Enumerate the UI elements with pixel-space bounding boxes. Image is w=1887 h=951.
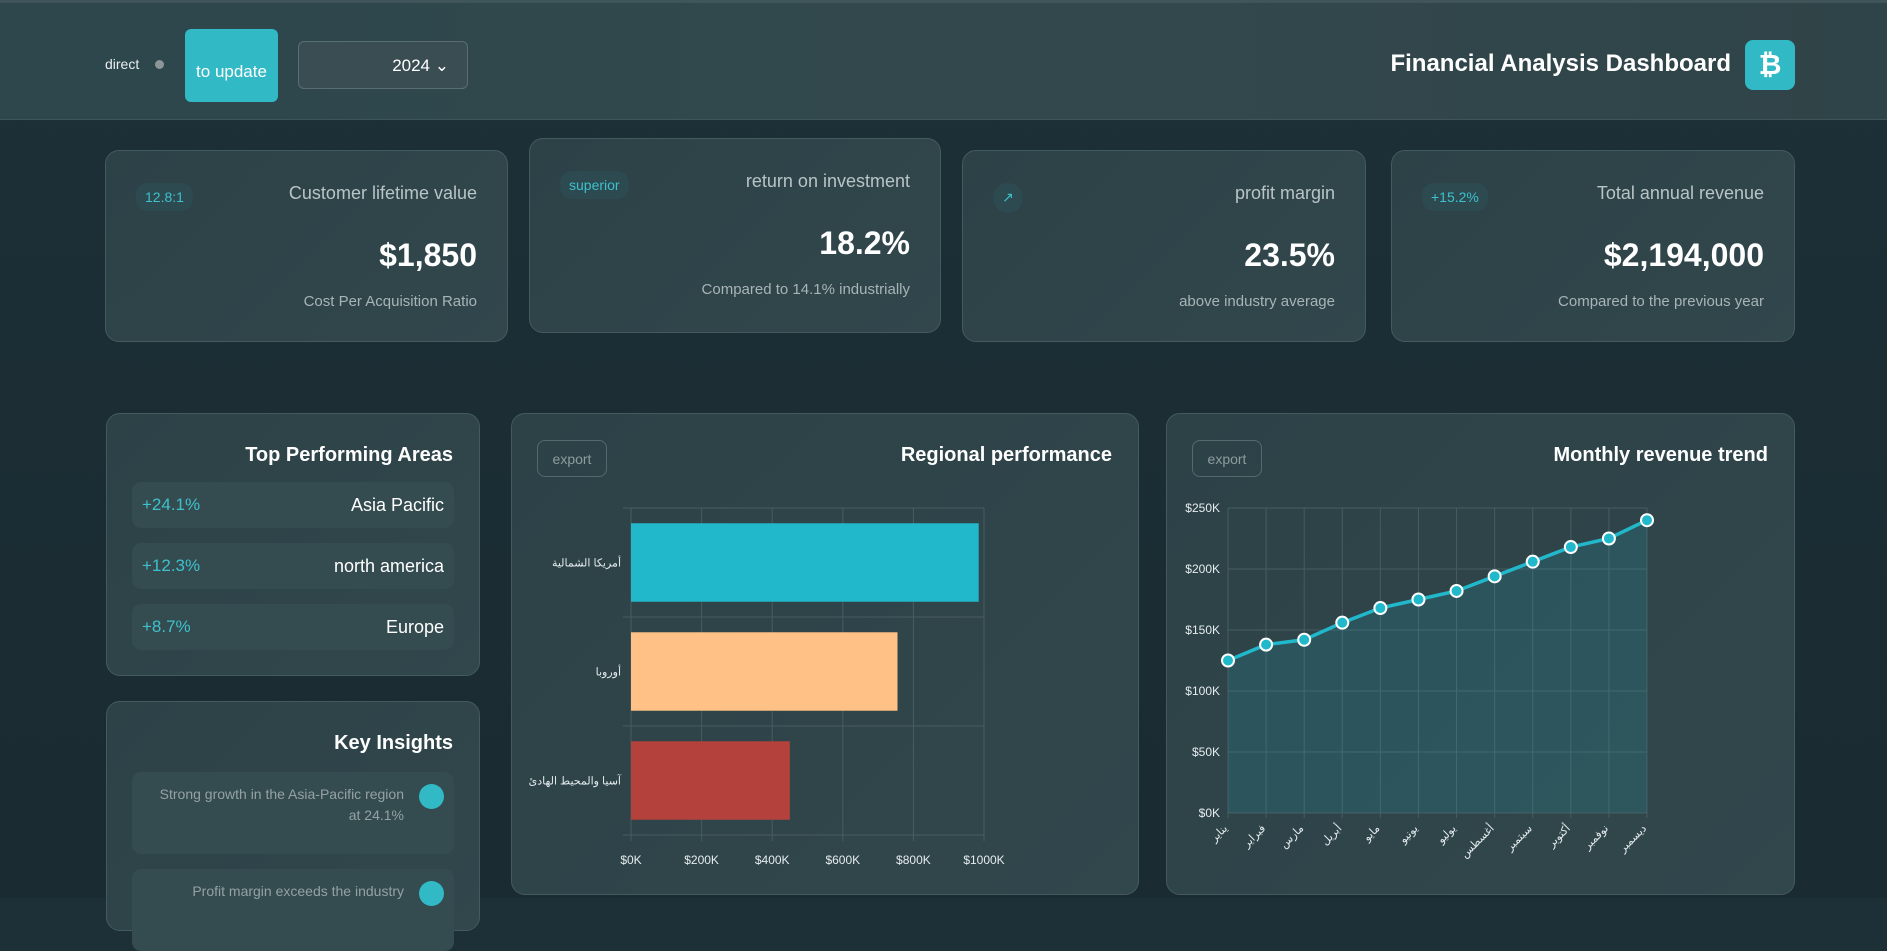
y-category-label: آسيا والمحيط الهادئ (529, 775, 622, 788)
area-row: +12.3% north america (132, 543, 454, 589)
kpi-badge: 12.8:1 (136, 183, 193, 211)
panel-title: Top Performing Areas (245, 444, 453, 466)
x-tick-label: نوفمبر (1581, 823, 1611, 853)
data-point (1335, 615, 1350, 630)
area-name: north america (333, 556, 444, 576)
data-point (1525, 554, 1540, 569)
insight-text: Profit margin exceeds the industry (192, 883, 404, 899)
insight-dot-icon (419, 881, 444, 906)
live-status-label: direct (105, 56, 140, 72)
area-name: Europe (385, 617, 444, 637)
bitcoin-logo-icon: ₿ (1745, 40, 1795, 90)
x-tick-label: أغسطس (1457, 821, 1496, 860)
kpi-subtext: Compared to the previous year (1558, 293, 1764, 310)
area-row: +8.7% Europe (132, 604, 454, 650)
bar-chart: $0K $200K $400K $600K $800K $1000K أمريكا الشم… (529, 507, 1005, 867)
data-point (1259, 637, 1274, 652)
x-tick-label: مايو (1361, 823, 1383, 845)
update-button[interactable]: to update (185, 29, 278, 102)
kpi-value: $2,194,000 (1603, 237, 1764, 273)
kpi-label: Customer lifetime value (288, 183, 477, 203)
data-point (1640, 513, 1654, 528)
insight-item: Profit margin exceeds the industry (132, 869, 454, 951)
bar (631, 523, 979, 602)
x-tick-label: يونيو (1397, 823, 1421, 847)
kpi-subtext: above industry average (1179, 293, 1335, 310)
data-point (1449, 583, 1464, 598)
kpi-subtext: Compared to 14.1% industrially (701, 281, 910, 298)
kpi-label: Total annual revenue (1596, 183, 1764, 203)
area-growth: +12.3% (142, 556, 201, 575)
x-tick-label: $800K (896, 853, 931, 867)
kpi-value: $1,850 (379, 237, 477, 273)
year-select[interactable]: 2024 ⌄ (298, 41, 468, 89)
line-chart: $0K $50K $100K $150K $200K $250K يناير فبراير ما… (1185, 501, 1654, 861)
insight-text: Strong growth in the Asia-Pacific region… (159, 786, 404, 823)
status-dot-icon (155, 60, 164, 69)
kpi-badge: superior (560, 171, 629, 199)
kpi-card-clv: 12.8:1 Customer lifetime value $1,850 Co… (105, 150, 508, 342)
data-point (1487, 569, 1502, 584)
area-growth: +24.1% (142, 495, 201, 514)
data-point (1411, 592, 1426, 607)
data-point (1297, 632, 1312, 647)
y-category-label: أوروبا (596, 665, 621, 679)
insight-item: Strong growth in the Asia-Pacific region… (132, 772, 454, 854)
x-tick-label: أكتوبر (1544, 821, 1573, 850)
area-row: +24.1% Asia Pacific (132, 482, 454, 528)
data-point (1221, 653, 1235, 668)
x-tick-label: فبراير (1240, 823, 1268, 851)
kpi-card-profit-margin: ↗ profit margin 23.5% above industry ave… (962, 150, 1366, 342)
bar (631, 632, 898, 711)
kpi-label: profit margin (1234, 183, 1335, 203)
x-tick-label: ديسمبر (1616, 823, 1649, 856)
y-category-label: أمريكا الشمالية (552, 556, 621, 570)
bar (631, 741, 790, 820)
y-tick-label: $100K (1185, 684, 1220, 698)
data-point (1563, 540, 1578, 555)
kpi-badge: +15.2% (1422, 183, 1488, 211)
x-tick-label: أبريل (1318, 821, 1345, 848)
y-tick-label: $150K (1185, 623, 1220, 637)
kpi-value: 18.2% (819, 225, 910, 261)
x-tick-label: $1000K (963, 853, 1004, 867)
y-tick-label: $50K (1192, 745, 1220, 759)
key-insights-panel: Key Insights Strong growth in the Asia-P… (106, 701, 480, 951)
y-tick-label: $200K (1185, 562, 1220, 576)
kpi-card-annual-revenue: +15.2% Total annual revenue $2,194,000 C… (1391, 150, 1795, 342)
monthly-revenue-panel: export Monthly revenue trend $0K $50K $100… (1166, 413, 1795, 895)
x-tick-label: يناير (1208, 823, 1231, 846)
data-point (1373, 601, 1388, 616)
kpi-subtext: Cost Per Acquisition Ratio (303, 293, 477, 310)
kpi-label: return on investment (745, 171, 910, 191)
kpi-card-roi: superior return on investment 18.2% Comp… (529, 138, 941, 333)
year-value: 2024 (392, 56, 431, 75)
area-growth: +8.7% (142, 617, 191, 636)
panel-title: Key Insights (334, 732, 453, 754)
x-tick-label: $200K (684, 853, 719, 867)
regional-performance-panel: export Regional performance $0K $200K $400… (511, 413, 1139, 895)
insight-dot-icon (419, 784, 444, 809)
data-point (1601, 531, 1616, 546)
area-fill (1228, 520, 1647, 813)
x-tick-label: $400K (755, 853, 790, 867)
y-tick-label: $250K (1185, 501, 1220, 515)
y-tick-label: $0K (1199, 806, 1220, 820)
kpi-value: 23.5% (1244, 237, 1335, 273)
x-tick-label: يوليو (1435, 823, 1459, 847)
header: direct to update 2024 ⌄ Financial Analys… (0, 0, 1887, 120)
x-tick-label: $0K (620, 853, 641, 867)
area-name: Asia Pacific (350, 495, 444, 515)
x-tick-label: مارس (1278, 823, 1306, 851)
x-tick-label: $600K (825, 853, 860, 867)
arrow-up-right-icon: ↗ (993, 183, 1023, 213)
chevron-down-icon: ⌄ (434, 56, 449, 75)
x-tick-label: سبتمبر (1503, 823, 1535, 855)
page-title: Financial Analysis Dashboard (1390, 50, 1731, 77)
top-areas-panel: Top Performing Areas +24.1% Asia Pacific … (106, 413, 480, 676)
